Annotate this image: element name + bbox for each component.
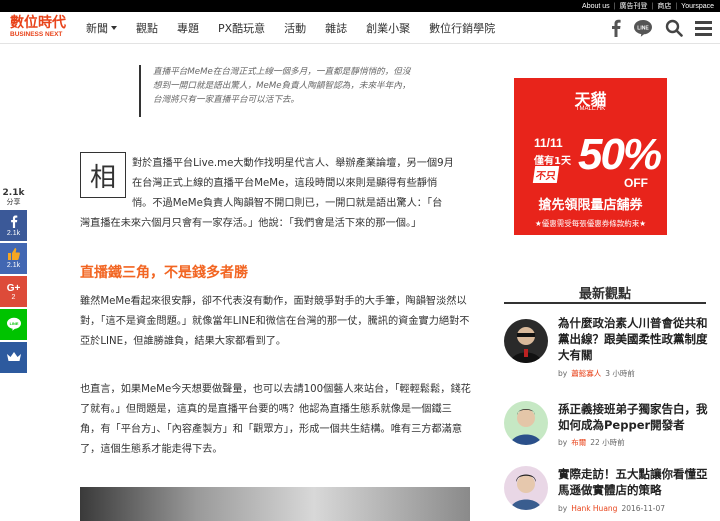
about-us-link[interactable]: About us [582, 3, 610, 10]
separator: | [651, 2, 654, 10]
nav-item-opinion[interactable]: 觀點 [136, 20, 158, 36]
search-icon[interactable] [665, 19, 683, 37]
advertise-link[interactable]: 廣告刊登 [620, 1, 648, 11]
shop-link[interactable]: 商店 [657, 1, 671, 11]
separator: | [613, 2, 616, 10]
opinion-card-title[interactable]: 孫正義接班弟子獨家告白，我如何成為Pepper開發者 [558, 401, 710, 433]
line-icon-label: LINE [637, 26, 649, 32]
post-time: 2016-11-07 [621, 504, 666, 513]
chevron-down-icon [111, 26, 117, 30]
share-label: 分享 [6, 198, 21, 206]
article-paragraph-3: 也直言，如果MeMe今天想要做聲量，也可以去請100個藝人來站台，「輕輕鬆鬆，錢… [80, 384, 471, 455]
author-avatar [504, 466, 548, 510]
utility-links: About us | 廣告刊登 | 商店 | Yourspace [582, 0, 714, 12]
article-summary-quote: 直播平台MeMe在台灣正式上線一個多月，一直都是靜悄悄的，但沒想到一開口就是語出… [139, 65, 419, 117]
paragraph-line: 灣直播在未來六個月只會有一家存活。」他說：「我們會是活下來的那一個。」 [80, 218, 422, 229]
by-label: by [558, 504, 568, 513]
nav-item-events[interactable]: 活動 [284, 20, 306, 36]
crown-share-button[interactable] [0, 342, 27, 373]
ad-percent: 50% [578, 130, 662, 179]
ad-brand-english: TMALL.HK [575, 106, 606, 112]
opinion-card-meta: by Hank Huang 2016-11-07 [558, 504, 665, 513]
menu-icon[interactable] [695, 20, 712, 36]
yourspace-link[interactable]: Yourspace [681, 3, 714, 10]
site-logo[interactable]: 數位時代 BUSINESS NEXT [10, 15, 70, 41]
main-nav: 新聞 觀點 專題 PX酷玩意 活動 雜誌 創業小聚 數位行銷學院 [86, 12, 514, 44]
section-heading: 直播鐵三角，不是錢多者勝 [80, 265, 248, 281]
thumbs-up-icon [7, 248, 20, 262]
ad-limit: 僅有1天 [534, 156, 571, 167]
paragraph-line: 在台灣正式上線的直播平台MeMe，這段時間以來則是顯得有些靜悄 [132, 178, 438, 189]
author-name[interactable]: 布爾 [571, 438, 586, 447]
google-plus-icon: G+ [6, 282, 21, 294]
opinion-card-title[interactable]: 為什麼政治素人川普會從共和黨出線？跟美國柔性政黨制度大有關 [558, 315, 710, 363]
author-avatar [504, 319, 548, 363]
header-icons: LINE [599, 12, 712, 44]
line-share-label: LINE [9, 321, 18, 326]
post-time: 22 小時前 [590, 438, 625, 447]
article-paragraph-2: 雖然MeMe看起來很安靜，卻不代表沒有動作，面對競爭對手的大手筆，陶韻智淡然以對… [80, 296, 470, 347]
by-label: by [558, 438, 568, 447]
nav-item-magazine[interactable]: 雜誌 [325, 20, 347, 36]
like-button[interactable]: 2.1k [0, 243, 27, 274]
share-sidebar: 2.1k 分享 2.1k 2.1k G+ 2 LINE [0, 188, 27, 375]
facebook-icon [10, 215, 18, 230]
opinion-card-meta: by 布爾 22 小時前 [558, 437, 625, 448]
tmall-banner-ad[interactable]: 天貓 TMALL.HK 11/11 僅有1天 不只 50% OFF 搶先領限量店… [514, 78, 667, 235]
google-plus-count: 2 [11, 293, 16, 301]
site-header: 數位時代 BUSINESS NEXT 新聞 觀點 專題 PX酷玩意 活動 雜誌 … [0, 12, 720, 44]
ad-tagline: 搶先領限量店舖券 [538, 198, 643, 213]
facebook-share-button[interactable]: 2.1k [0, 210, 27, 241]
facebook-icon[interactable] [611, 19, 621, 37]
author-name[interactable]: Hank Huang [571, 504, 617, 513]
facebook-share-count: 2.1k [6, 229, 21, 237]
post-time: 3 小時前 [605, 369, 635, 378]
nav-item-meetup[interactable]: 創業小聚 [366, 20, 410, 36]
opinion-card[interactable]: 實際走訪！五大點讓你看懂亞馬遜做實體店的策略 by Hank Huang 2016-… [504, 466, 710, 518]
ad-off: OFF [624, 176, 648, 190]
nav-item-news[interactable]: 新聞 [86, 20, 117, 36]
opinion-card[interactable]: 為什麼政治素人川普會從共和黨出線？跟美國柔性政黨制度大有關 by 蕭懿寡人 3 小時… [504, 315, 710, 381]
logo-chinese: 數位時代 [10, 15, 66, 31]
line-share-button[interactable]: LINE [0, 309, 27, 340]
latest-opinion-title: 最新觀點 [578, 287, 631, 302]
share-total-count: 2.1k [2, 188, 25, 198]
line-icon: LINE [5, 317, 23, 333]
ad-only: 不只 [532, 166, 560, 183]
opinion-card-meta: by 蕭懿寡人 3 小時前 [558, 368, 635, 379]
drop-cap: 相 [80, 152, 126, 198]
ad-date: 11/11 [534, 136, 563, 150]
like-count: 2.1k [6, 262, 21, 269]
google-plus-share-button[interactable]: G+ 2 [0, 276, 27, 307]
author-avatar [504, 401, 548, 445]
article-photo [80, 487, 470, 521]
opinion-card-title[interactable]: 實際走訪！五大點讓你看懂亞馬遜做實體店的策略 [558, 466, 710, 498]
divider [504, 302, 706, 304]
logo-english: BUSINESS NEXT [10, 31, 63, 38]
line-icon[interactable]: LINE [633, 19, 653, 37]
nav-item-px-gadgets[interactable]: PX酷玩意 [218, 20, 265, 36]
top-utility-bar: About us | 廣告刊登 | 商店 | Yourspace [0, 0, 720, 12]
nav-label: 新聞 [86, 22, 108, 35]
author-name[interactable]: 蕭懿寡人 [571, 369, 601, 378]
nav-item-features[interactable]: 專題 [177, 20, 199, 36]
separator: | [675, 2, 678, 10]
paragraph-line: 對於直播平台Live.me大動作找明星代言人、舉辦產業論壇，另一個9月 [132, 158, 454, 169]
ad-footnote: ★優惠需受每張優惠券條款約束★ [535, 219, 646, 228]
opinion-card[interactable]: 孫正義接班弟子獨家告白，我如何成為Pepper開發者 by 布爾 22 小時前 [504, 401, 710, 451]
nav-item-marketing-academy[interactable]: 數位行銷學院 [429, 20, 495, 36]
by-label: by [558, 369, 568, 378]
paragraph-line: 悄。不過MeMe負責人陶韻智不開口則已，一開口就是語出驚人：「台 [132, 198, 443, 209]
crown-icon [6, 351, 21, 364]
article-paragraph-1: 對於直播平台Live.me大動作找明星代言人、舉辦產業論壇，另一個9月 在台灣正… [80, 154, 470, 234]
